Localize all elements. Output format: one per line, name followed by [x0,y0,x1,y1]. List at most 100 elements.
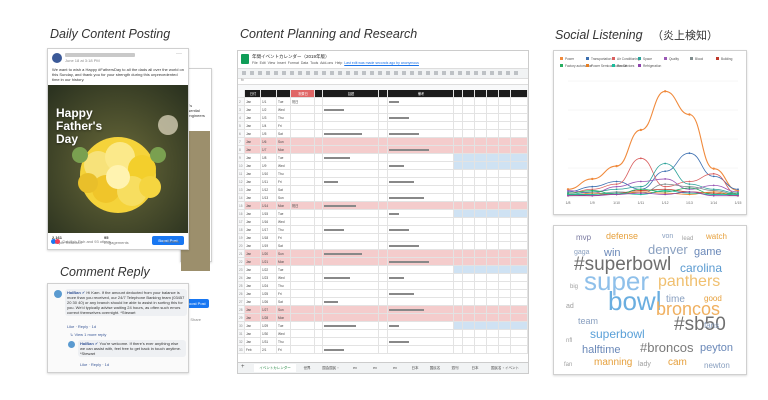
table-cell[interactable]: Jan [245,138,261,146]
table-cell[interactable] [487,322,499,330]
table-cell[interactable]: Sat [277,186,291,194]
table-cell[interactable] [511,138,528,146]
table-cell[interactable] [511,250,528,258]
table-cell[interactable]: 27 [238,298,245,306]
table-cell[interactable] [379,346,388,354]
table-cell[interactable] [388,138,454,146]
table-cell[interactable] [315,114,323,122]
table-cell[interactable] [315,330,323,338]
table-cell[interactable]: 6 [238,130,245,138]
table-cell[interactable] [291,250,315,258]
table-cell[interactable] [323,226,379,234]
sheet-tab[interactable]: ex [386,364,404,372]
table-cell[interactable] [323,210,379,218]
table-cell[interactable] [379,226,388,234]
table-cell[interactable] [487,346,499,354]
table-cell[interactable] [315,186,323,194]
table-cell[interactable]: Jan [245,282,261,290]
table-cell[interactable] [475,114,487,122]
table-cell[interactable]: Sat [277,130,291,138]
table-cell[interactable] [379,154,388,162]
table-cell[interactable] [499,226,511,234]
table-cell[interactable]: Wed [277,274,291,282]
table-cell[interactable] [475,170,487,178]
table-cell[interactable] [379,242,388,250]
table-cell[interactable] [388,338,454,346]
table-cell[interactable] [454,218,463,226]
table-cell[interactable]: 33 [238,346,245,354]
table-cell[interactable]: Mon [277,314,291,322]
table-cell[interactable]: Jan [245,130,261,138]
table-cell[interactable] [291,226,315,234]
table-cell[interactable] [291,282,315,290]
table-cell[interactable]: 21 [238,250,245,258]
table-cell[interactable] [463,162,475,170]
table-cell[interactable]: Fri [277,122,291,130]
sheet-tab[interactable]: イベントカレンダー [254,364,296,372]
table-cell[interactable]: Jan [245,218,261,226]
table-cell[interactable] [315,322,323,330]
table-cell[interactable]: 1/9 [261,162,277,170]
table-cell[interactable]: Thu [277,282,291,290]
table-cell[interactable] [388,106,454,114]
table-cell[interactable] [388,274,454,282]
table-cell[interactable] [487,330,499,338]
table-cell[interactable]: Jan [245,106,261,114]
table-cell[interactable]: 16 [238,210,245,218]
table-cell[interactable] [487,170,499,178]
table-cell[interactable]: 1/31 [261,338,277,346]
menu-data[interactable]: Data [301,61,308,65]
table-cell[interactable]: 24 [238,274,245,282]
table-cell[interactable] [487,290,499,298]
table-cell[interactable] [388,250,454,258]
table-cell[interactable] [388,146,454,154]
table-cell[interactable] [291,146,315,154]
table-cell[interactable] [487,98,499,106]
table-cell[interactable] [475,130,487,138]
header-cell[interactable]: 日付 [245,90,261,98]
table-cell[interactable]: 1/11 [261,178,277,186]
table-cell[interactable] [291,274,315,282]
table-cell[interactable] [463,178,475,186]
table-cell[interactable] [499,306,511,314]
table-cell[interactable] [487,306,499,314]
table-cell[interactable] [379,194,388,202]
table-cell[interactable] [454,306,463,314]
table-cell[interactable] [388,130,454,138]
table-cell[interactable] [511,306,528,314]
table-cell[interactable] [323,122,379,130]
table-cell[interactable] [475,138,487,146]
table-cell[interactable] [388,346,454,354]
table-cell[interactable] [475,314,487,322]
table-cell[interactable] [323,322,379,330]
header-cell[interactable]: 話題 [323,90,379,98]
view-more-replies[interactable]: ↳ View 1 more reply [70,332,106,337]
table-cell[interactable] [511,314,528,322]
table-cell[interactable]: Jan [245,338,261,346]
table-cell[interactable] [499,122,511,130]
table-cell[interactable] [315,210,323,218]
table-cell[interactable] [487,274,499,282]
table-cell[interactable] [463,154,475,162]
menu-file[interactable]: File [252,61,258,65]
table-cell[interactable] [388,202,454,210]
table-cell[interactable] [454,202,463,210]
table-cell[interactable] [315,314,323,322]
table-cell[interactable]: Thu [277,226,291,234]
table-cell[interactable] [323,138,379,146]
table-cell[interactable] [291,114,315,122]
table-cell[interactable] [499,298,511,306]
table-cell[interactable]: Jan [245,242,261,250]
table-cell[interactable] [511,234,528,242]
table-cell[interactable] [323,98,379,106]
table-cell[interactable] [315,106,323,114]
table-cell[interactable] [499,114,511,122]
table-cell[interactable] [487,266,499,274]
header-cell[interactable] [463,90,475,98]
table-cell[interactable] [499,314,511,322]
table-cell[interactable]: Jan [245,274,261,282]
toolbar-icons[interactable] [242,71,522,75]
table-cell[interactable] [463,282,475,290]
table-cell[interactable] [323,202,379,210]
table-cell[interactable]: Jan [245,154,261,162]
